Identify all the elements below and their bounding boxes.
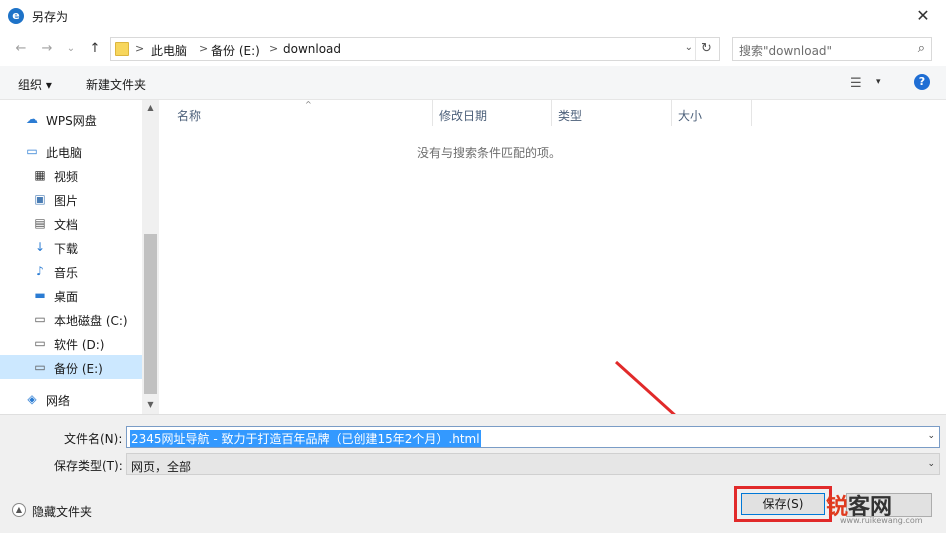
- hide-folders-label: 隐藏文件夹: [32, 505, 93, 519]
- chevron-down-icon[interactable]: ⌄: [927, 431, 935, 441]
- save-highlight-box: 保存(S): [734, 486, 832, 522]
- chevron-down-icon: ⌄: [927, 459, 935, 469]
- filetype-value: 网页，全部: [131, 460, 192, 474]
- watermark-url: www.ruikewang.com: [840, 516, 923, 525]
- collapse-icon: ▲: [12, 503, 26, 517]
- filetype-label: 保存类型(T):: [54, 459, 123, 473]
- filename-label: 文件名(N):: [64, 432, 123, 446]
- filetype-select[interactable]: 网页，全部 ⌄: [126, 453, 940, 475]
- save-button[interactable]: 保存(S): [741, 493, 825, 515]
- save-form: 文件名(N): 2345网址导航 - 致力于打造百年品牌（已创建15年2个月）.…: [0, 414, 946, 533]
- filename-field[interactable]: 2345网址导航 - 致力于打造百年品牌（已创建15年2个月）.html ⌄: [126, 426, 940, 448]
- filename-value: 2345网址导航 - 致力于打造百年品牌（已创建15年2个月）.html: [130, 430, 481, 447]
